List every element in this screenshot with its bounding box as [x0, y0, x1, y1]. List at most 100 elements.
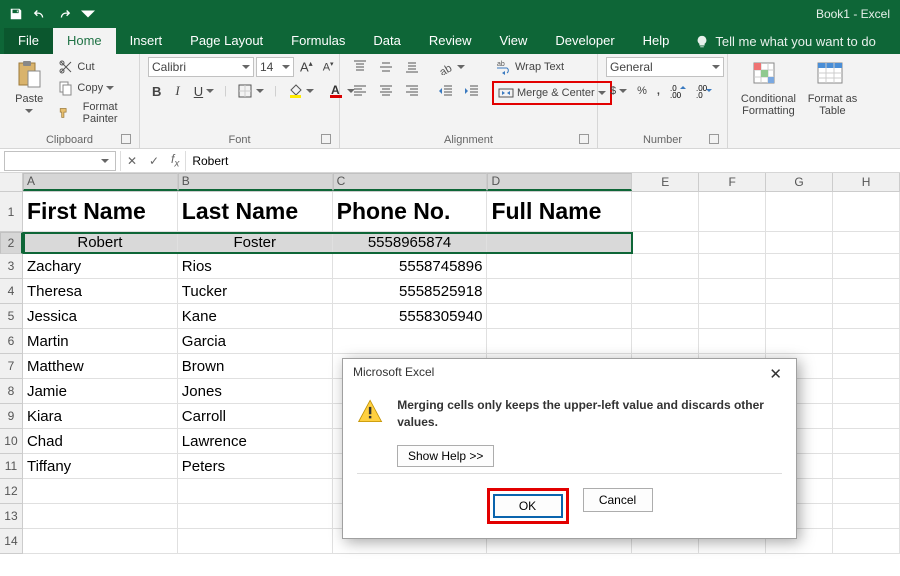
- row-header[interactable]: 4: [0, 279, 23, 304]
- cell[interactable]: Tiffany: [23, 454, 178, 479]
- underline-button[interactable]: U: [190, 82, 218, 101]
- col-header-d[interactable]: D: [487, 173, 632, 191]
- align-right-button[interactable]: [400, 81, 424, 101]
- row-header[interactable]: 5: [0, 304, 23, 329]
- align-middle-button[interactable]: [374, 57, 398, 77]
- tab-help[interactable]: Help: [629, 28, 684, 54]
- cell[interactable]: Jamie: [23, 379, 178, 404]
- col-header-f[interactable]: F: [699, 173, 766, 191]
- cell[interactable]: [833, 192, 900, 232]
- fill-color-button[interactable]: [283, 81, 318, 101]
- align-top-button[interactable]: [348, 57, 372, 77]
- decrease-font-button[interactable]: A▾: [319, 58, 338, 76]
- tab-page-layout[interactable]: Page Layout: [176, 28, 277, 54]
- cell[interactable]: [632, 232, 699, 254]
- format-painter-button[interactable]: Format Painter: [54, 99, 131, 127]
- row-header[interactable]: 10: [0, 429, 23, 454]
- cell[interactable]: Martin: [23, 329, 178, 354]
- tab-developer[interactable]: Developer: [541, 28, 628, 54]
- increase-font-button[interactable]: A▴: [296, 57, 317, 76]
- cell[interactable]: Tucker: [178, 279, 333, 304]
- cell[interactable]: First Name: [23, 192, 178, 232]
- formula-input[interactable]: Robert: [186, 154, 900, 168]
- font-name-select[interactable]: Calibri: [148, 57, 254, 77]
- cell[interactable]: Kane: [178, 304, 333, 329]
- cell[interactable]: [487, 279, 632, 304]
- cell[interactable]: Rios: [178, 254, 333, 279]
- cell[interactable]: Matthew: [23, 354, 178, 379]
- cell[interactable]: 5558965874: [333, 232, 488, 254]
- cell[interactable]: [766, 232, 833, 254]
- cell[interactable]: Jessica: [23, 304, 178, 329]
- align-bottom-button[interactable]: [400, 57, 424, 77]
- percent-button[interactable]: %: [633, 83, 651, 99]
- cell[interactable]: Full Name: [487, 192, 632, 232]
- merge-center-button[interactable]: Merge & Center: [492, 81, 612, 105]
- col-header-b[interactable]: B: [178, 173, 333, 191]
- cancel-button[interactable]: Cancel: [583, 488, 653, 512]
- col-header-g[interactable]: G: [766, 173, 833, 191]
- col-header-a[interactable]: A: [23, 173, 178, 191]
- save-icon[interactable]: [8, 6, 24, 22]
- increase-decimal-button[interactable]: .0.00: [666, 81, 690, 101]
- cell[interactable]: [632, 192, 699, 232]
- name-box[interactable]: [4, 151, 116, 171]
- cell[interactable]: 5558305940: [333, 304, 488, 329]
- orientation-button[interactable]: ab: [434, 57, 469, 77]
- cell[interactable]: Last Name: [178, 192, 333, 232]
- tab-view[interactable]: View: [485, 28, 541, 54]
- font-size-select[interactable]: 14: [256, 57, 294, 77]
- cell[interactable]: [487, 254, 632, 279]
- cell[interactable]: [487, 329, 632, 354]
- row-header[interactable]: 12: [0, 479, 23, 504]
- cell[interactable]: Lawrence: [178, 429, 333, 454]
- paste-button[interactable]: Paste: [8, 57, 50, 117]
- cell[interactable]: [833, 232, 900, 254]
- tab-formulas[interactable]: Formulas: [277, 28, 359, 54]
- col-header-c[interactable]: C: [333, 173, 488, 191]
- row-header[interactable]: 14: [0, 529, 23, 554]
- cell[interactable]: Brown: [178, 354, 333, 379]
- col-header-e[interactable]: E: [632, 173, 699, 191]
- cell[interactable]: Jones: [178, 379, 333, 404]
- fx-icon[interactable]: fx: [165, 152, 185, 169]
- cell[interactable]: Garcia: [178, 329, 333, 354]
- tab-data[interactable]: Data: [359, 28, 414, 54]
- cell[interactable]: 5558745896: [333, 254, 488, 279]
- cell[interactable]: [487, 232, 632, 254]
- cut-button[interactable]: Cut: [54, 57, 131, 77]
- row-header[interactable]: 7: [0, 354, 23, 379]
- cell[interactable]: Phone No.: [333, 192, 488, 232]
- borders-button[interactable]: [233, 81, 268, 101]
- tab-review[interactable]: Review: [415, 28, 486, 54]
- cell[interactable]: [766, 192, 833, 232]
- row-header[interactable]: 13: [0, 504, 23, 529]
- cell[interactable]: [333, 329, 488, 354]
- number-format-select[interactable]: General: [606, 57, 724, 77]
- row-header[interactable]: 6: [0, 329, 23, 354]
- cell[interactable]: Theresa: [23, 279, 178, 304]
- cell[interactable]: Peters: [178, 454, 333, 479]
- row-header[interactable]: 8: [0, 379, 23, 404]
- format-as-table-button[interactable]: Format as Table: [805, 57, 860, 119]
- ok-button[interactable]: OK: [493, 494, 563, 518]
- cell[interactable]: Robert: [23, 232, 178, 254]
- tab-insert[interactable]: Insert: [116, 28, 177, 54]
- cancel-formula-button[interactable]: ✕: [121, 154, 143, 168]
- show-help-button[interactable]: Show Help >>: [397, 445, 494, 467]
- italic-button[interactable]: I: [171, 81, 183, 101]
- clipboard-dialog-launcher[interactable]: [121, 134, 131, 144]
- align-center-button[interactable]: [374, 81, 398, 101]
- cell[interactable]: [699, 192, 766, 232]
- font-dialog-launcher[interactable]: [321, 134, 331, 144]
- row-header[interactable]: 1: [0, 192, 23, 232]
- row-header[interactable]: 3: [0, 254, 23, 279]
- number-dialog-launcher[interactable]: [709, 134, 719, 144]
- tell-me-search[interactable]: Tell me what you want to do: [683, 29, 887, 54]
- cell[interactable]: Foster: [178, 232, 333, 254]
- tab-home[interactable]: Home: [53, 28, 116, 54]
- copy-button[interactable]: Copy: [54, 78, 131, 98]
- cell[interactable]: 5558525918: [333, 279, 488, 304]
- bold-button[interactable]: B: [148, 82, 165, 101]
- row-header[interactable]: 11: [0, 454, 23, 479]
